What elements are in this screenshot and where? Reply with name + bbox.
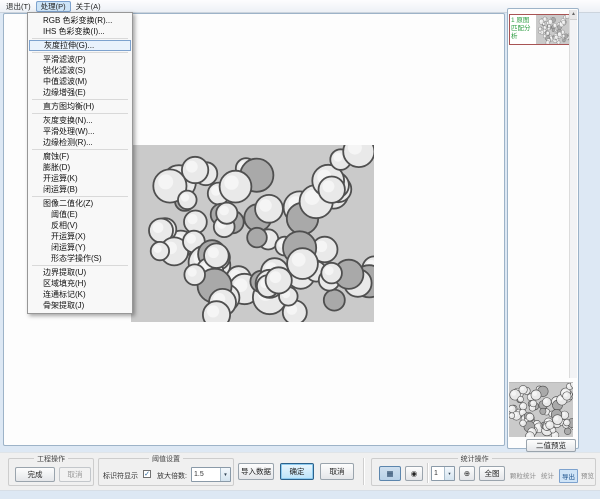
spinner-arrow-icon[interactable]: ▾ (444, 467, 454, 480)
processing-menu-popup: RGB 色彩变换(R)...IHS 色彩变换(I)... 灰度拉伸(G)... 平滑… (27, 12, 133, 314)
statistics-group-label: 统计操作 (458, 454, 492, 464)
menu-item[interactable]: 图像二值化(Z) (29, 198, 131, 209)
threshold-group-label: 阈值设置 (149, 454, 183, 464)
import-data-button[interactable]: 导入数据 (238, 463, 274, 480)
target-icon[interactable]: ◉ (405, 466, 423, 481)
menu-item[interactable]: 腐蚀(F) (29, 151, 131, 162)
menu-title-0[interactable]: 退出(T) (2, 1, 35, 12)
menu-item[interactable]: 平滑处理(W)... (29, 126, 131, 137)
menu-item[interactable]: 区域填充(H) (29, 278, 131, 289)
menu-separator (32, 52, 128, 53)
menu-item[interactable]: 闭运算(B) (29, 184, 131, 195)
menu-separator (32, 99, 128, 100)
result-list-item[interactable]: 1 原图 匹配分析 (509, 14, 570, 45)
statistics-group: 统计操作 ▦ ◉ 1 ▾ ⊕ 全图 颗粒统计统计导出预览 (371, 458, 596, 486)
result-list-panel: 1 原图 匹配分析 ▲ 二值预览 (507, 8, 579, 449)
group-divider (427, 463, 429, 483)
menu-item[interactable]: 连通标记(K) (29, 289, 131, 300)
menu-item[interactable]: RGB 色彩变换(R)... (29, 15, 131, 26)
sidebar-scrollbar[interactable]: ▲ (569, 10, 577, 378)
menu-item[interactable]: 边缘增强(E) (29, 87, 131, 98)
result-item-line2: 匹配分析 (511, 25, 536, 41)
menu-separator (32, 149, 128, 150)
threshold-group: 阈值设置 标识符显示 ✓ 放大倍数: 1.5 ▼ (98, 458, 234, 486)
project-group: 工程操作 完成 取消 (8, 458, 94, 486)
preview-thumbnail (509, 382, 573, 437)
result-item-thumbnail (536, 15, 569, 44)
micrograph-image (131, 145, 374, 322)
menu-item[interactable]: 边界提取(U) (29, 267, 131, 278)
count-spinner[interactable]: 1 ▾ (431, 466, 455, 481)
binary-preview-button[interactable]: 二值预览 (526, 439, 576, 452)
bottom-toolbar: 工程操作 完成 取消 阈值设置 标识符显示 ✓ 放大倍数: 1.5 ▼ 导入数据… (0, 452, 600, 491)
menu-item[interactable]: 开运算(K) (29, 173, 131, 184)
ok-button[interactable]: 确定 (280, 463, 314, 480)
menu-separator (32, 196, 128, 197)
zoom-factor-value: 1.5 (192, 471, 220, 478)
menu-item[interactable]: 平滑滤波(P) (29, 54, 131, 65)
finish-button[interactable]: 完成 (15, 467, 55, 482)
menu-title-1[interactable]: 处理(P) (36, 1, 71, 12)
menu-item[interactable]: 骨架提取(J) (29, 300, 131, 311)
menu-item[interactable]: 开运算(X) (29, 231, 131, 242)
menu-item[interactable]: 阈值(E) (29, 209, 131, 220)
menu-item[interactable]: 闭运算(Y) (29, 242, 131, 253)
film-icon[interactable]: ▦ (379, 466, 401, 481)
menu-item[interactable]: 反相(V) (29, 220, 131, 231)
crosshair-icon[interactable]: ⊕ (459, 466, 475, 481)
menu-separator (32, 113, 128, 114)
menu-item[interactable]: 灰度拉伸(G)... (29, 40, 131, 51)
scroll-up-icon[interactable]: ▲ (570, 10, 577, 20)
zoom-factor-combobox[interactable]: 1.5 ▼ (191, 467, 231, 482)
menu-item[interactable]: 膨胀(D) (29, 162, 131, 173)
stat-link-2[interactable]: 导出 (559, 469, 578, 483)
cancel-button[interactable]: 取消 (320, 463, 354, 480)
menu-item[interactable]: 边缘检测(R)... (29, 137, 131, 148)
chevron-down-icon[interactable]: ▼ (220, 468, 230, 481)
menu-item[interactable]: 直方图均衡(H) (29, 101, 131, 112)
menu-separator (32, 38, 128, 39)
menu-item[interactable]: IHS 色彩变换(I)... (29, 26, 131, 37)
project-group-label: 工程操作 (34, 454, 68, 464)
menu-item[interactable]: 锐化滤波(S) (29, 65, 131, 76)
result-item-line1: 1 原图 (511, 17, 536, 25)
toolbar-divider (363, 458, 365, 485)
stat-link-0[interactable]: 颗粒统计 (508, 469, 538, 481)
stat-link-1[interactable]: 统计 (539, 469, 556, 481)
menu-item[interactable]: 形态学操作(S) (29, 253, 131, 264)
marker-display-checkbox[interactable]: ✓ (143, 470, 151, 478)
count-spinner-value: 1 (432, 470, 444, 477)
menu-separator (32, 265, 128, 266)
menu-item[interactable]: 灰度变换(N)... (29, 115, 131, 126)
fit-view-button[interactable]: 全图 (479, 466, 505, 481)
stat-link-3[interactable]: 预览 (579, 469, 596, 481)
menu-item[interactable]: 中值滤波(M) (29, 76, 131, 87)
marker-display-label: 标识符显示 (103, 471, 138, 481)
cancel-project-button[interactable]: 取消 (59, 467, 91, 482)
zoom-factor-label: 放大倍数: (157, 471, 187, 481)
result-item-label: 1 原图 匹配分析 (510, 15, 536, 44)
menu-title-2[interactable]: 关于(A) (72, 1, 105, 12)
